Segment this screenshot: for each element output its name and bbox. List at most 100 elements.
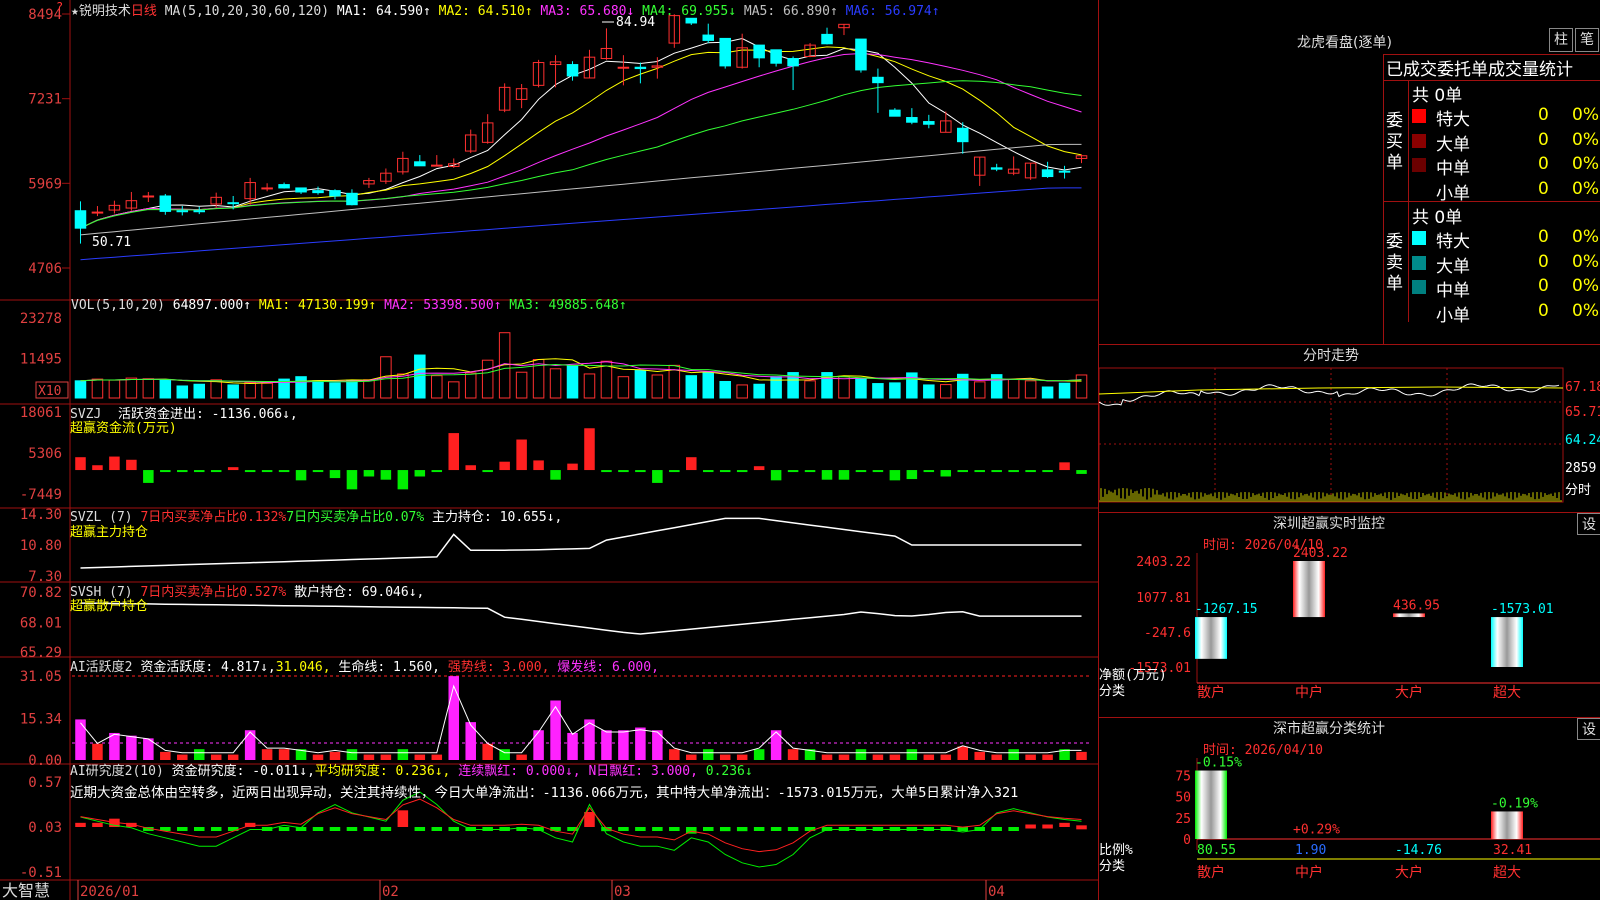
date-tick-label: 04 (988, 884, 1005, 900)
fund-flow-bar (804, 470, 816, 473)
fund-flow-bar (448, 433, 460, 471)
ss-change-label: -0.15% (1195, 756, 1242, 771)
fund-flow-bar (177, 470, 188, 473)
buy-count: 0 (1538, 178, 1549, 199)
svzl-subtitle: 超赢主力持仓 (70, 524, 148, 540)
candle (346, 192, 358, 206)
ai2-bar (533, 730, 544, 760)
lhb-title: 龙虎看盘(逐单) (1297, 35, 1392, 51)
sz-bar (1491, 617, 1523, 667)
fund-flow-bar (838, 470, 850, 480)
ai2-bar (872, 754, 884, 760)
candle (176, 210, 189, 213)
fund-flow-bar (499, 461, 510, 471)
volume-bar (1007, 378, 1020, 399)
buy-percent: 0% (1572, 105, 1599, 125)
ai3-bar (719, 827, 731, 832)
volume-bar (91, 378, 104, 399)
svzl-line (80, 517, 1082, 569)
lhb-table: 已成交委托单成交量统计 委买单 共 0单 特大 0 0% 大单 0 0% 中单 0 0% 小单 0 0… (1383, 54, 1600, 345)
fund-flow-bar (261, 470, 273, 473)
ai2-bar (1076, 751, 1087, 760)
ai3-tick-label: 0.57 (28, 775, 62, 791)
ma-values: MA1: 64.590↑ MA2: 64.510↑ MA3: 65.680↓ M… (337, 4, 940, 19)
svzl-header-part: 主力持仓: 10.655↓, (432, 510, 562, 525)
sell-category: 中单 (1436, 281, 1470, 301)
ai2-bar (601, 730, 612, 760)
candle (414, 161, 426, 167)
ai3-bar (635, 827, 646, 831)
fund-flow-bar (872, 470, 884, 473)
buy-percent: 0% (1572, 129, 1599, 150)
sz-settings-button[interactable]: 设 (1577, 513, 1600, 535)
buy-category: 小单 (1436, 183, 1470, 204)
fund-flow-bar (923, 470, 935, 473)
sell-percent: 0% (1572, 276, 1599, 296)
ai2-header-part: AI活跃度2 (70, 659, 140, 675)
candle (906, 117, 918, 123)
ai2-tick-label: 31.05 (20, 669, 62, 685)
sz-bar-label: 436.95 (1393, 598, 1440, 613)
ss-category-label: 大户 (1395, 864, 1423, 881)
sz-bar (1393, 613, 1425, 618)
sell-rows: 特大 0 0% 大单 0 0% 中单 0 0% 小单 0 0% (1412, 227, 1600, 326)
vol-tick-label: 11495 (20, 351, 62, 367)
volume-bar (329, 382, 341, 399)
ma-line-1 (80, 37, 1082, 229)
volume-bar (74, 380, 87, 399)
fund-flow-bar (193, 470, 205, 473)
ai3-bar (380, 827, 392, 831)
volume-bar (583, 373, 596, 399)
sell-row: 小单 0 0% (1412, 301, 1600, 326)
sell-total: 共 0单 (1412, 208, 1463, 228)
sz-bar (1195, 617, 1227, 659)
sz-category-label: 中户 (1295, 684, 1323, 701)
ai2-bar (92, 743, 103, 760)
ai3-bar (312, 827, 324, 831)
column-view-button[interactable]: 柱 (1549, 28, 1573, 52)
star-icon[interactable]: ★ (71, 4, 79, 19)
ai3-bar (363, 827, 375, 831)
lhb-tabs[interactable]: 已成交委托单成交量统计 (1386, 55, 1573, 80)
ai2-bar (193, 749, 205, 760)
ss-value-label: -14.76 (1395, 843, 1442, 858)
tick-view-button[interactable]: 笔 (1575, 28, 1599, 52)
main-header: ★锐明技术日线 MA(5,10,20,30,60,120) MA1: 64.59… (71, 0, 940, 19)
ai2-header: AI活跃度2 资金活跃度: 4.817↓,31.046, 生命线: 1.560,… (70, 659, 659, 675)
candle (278, 184, 290, 189)
ss-ylabel: 比例% (1099, 843, 1133, 858)
volume-bar (481, 359, 494, 399)
ai2-bar (550, 700, 561, 760)
ai2-bar (1025, 754, 1036, 760)
fund-flow-bar (397, 470, 409, 490)
svzl-tick-label: 7.30 (28, 569, 62, 585)
kline-area[interactable]: 8494 7231 5969 4706 84.94 50.71 23278 11495 X10 V… (0, 0, 1098, 900)
vol-header: VOL(5,10,20) 64897.000↑ MA1: 47130.199↑ … (71, 298, 627, 313)
ma-value-6: MA6: 56.974↑ (837, 4, 940, 19)
fund-flow-bar (210, 470, 222, 473)
candle (753, 44, 765, 59)
candle (872, 76, 884, 84)
ai3-header-part: 资金研究度: -0.011↓, (172, 763, 315, 779)
kline-chart[interactable]: 849472315969470684.9450.712327811495X10V… (0, 0, 1098, 900)
ai3-bar (448, 827, 460, 831)
ai3-bar (787, 827, 799, 831)
fund-flow-bar (227, 467, 239, 471)
fenshi-chart[interactable]: 67.18 65.71 64.24 2859 分时 (1099, 364, 1600, 512)
fund-flow-bar (92, 465, 103, 471)
ss-value-label: 32.41 (1493, 843, 1532, 858)
ai2-bar (346, 749, 358, 760)
candle (821, 33, 833, 45)
ai2-tick-label: 0.00 (28, 753, 62, 769)
ss-settings-button[interactable]: 设 (1577, 718, 1600, 740)
ai2-bar (906, 749, 918, 760)
volume-bar (346, 379, 358, 399)
period-label[interactable]: 日线 (131, 4, 157, 19)
fund-flow-bar (652, 470, 663, 483)
ai2-bar (109, 732, 120, 760)
fund-flow-bar (278, 470, 290, 473)
right-panel: 龙虎看盘(逐单) 柱 笔 已成交委托单成交量统计 委买单 共 0单 特大 0 0% 大… (1098, 0, 1600, 900)
ss-tick-label: 50 (1175, 791, 1191, 806)
ss-xlabel: 分类 (1099, 859, 1125, 874)
fund-flow-bar (516, 439, 527, 471)
